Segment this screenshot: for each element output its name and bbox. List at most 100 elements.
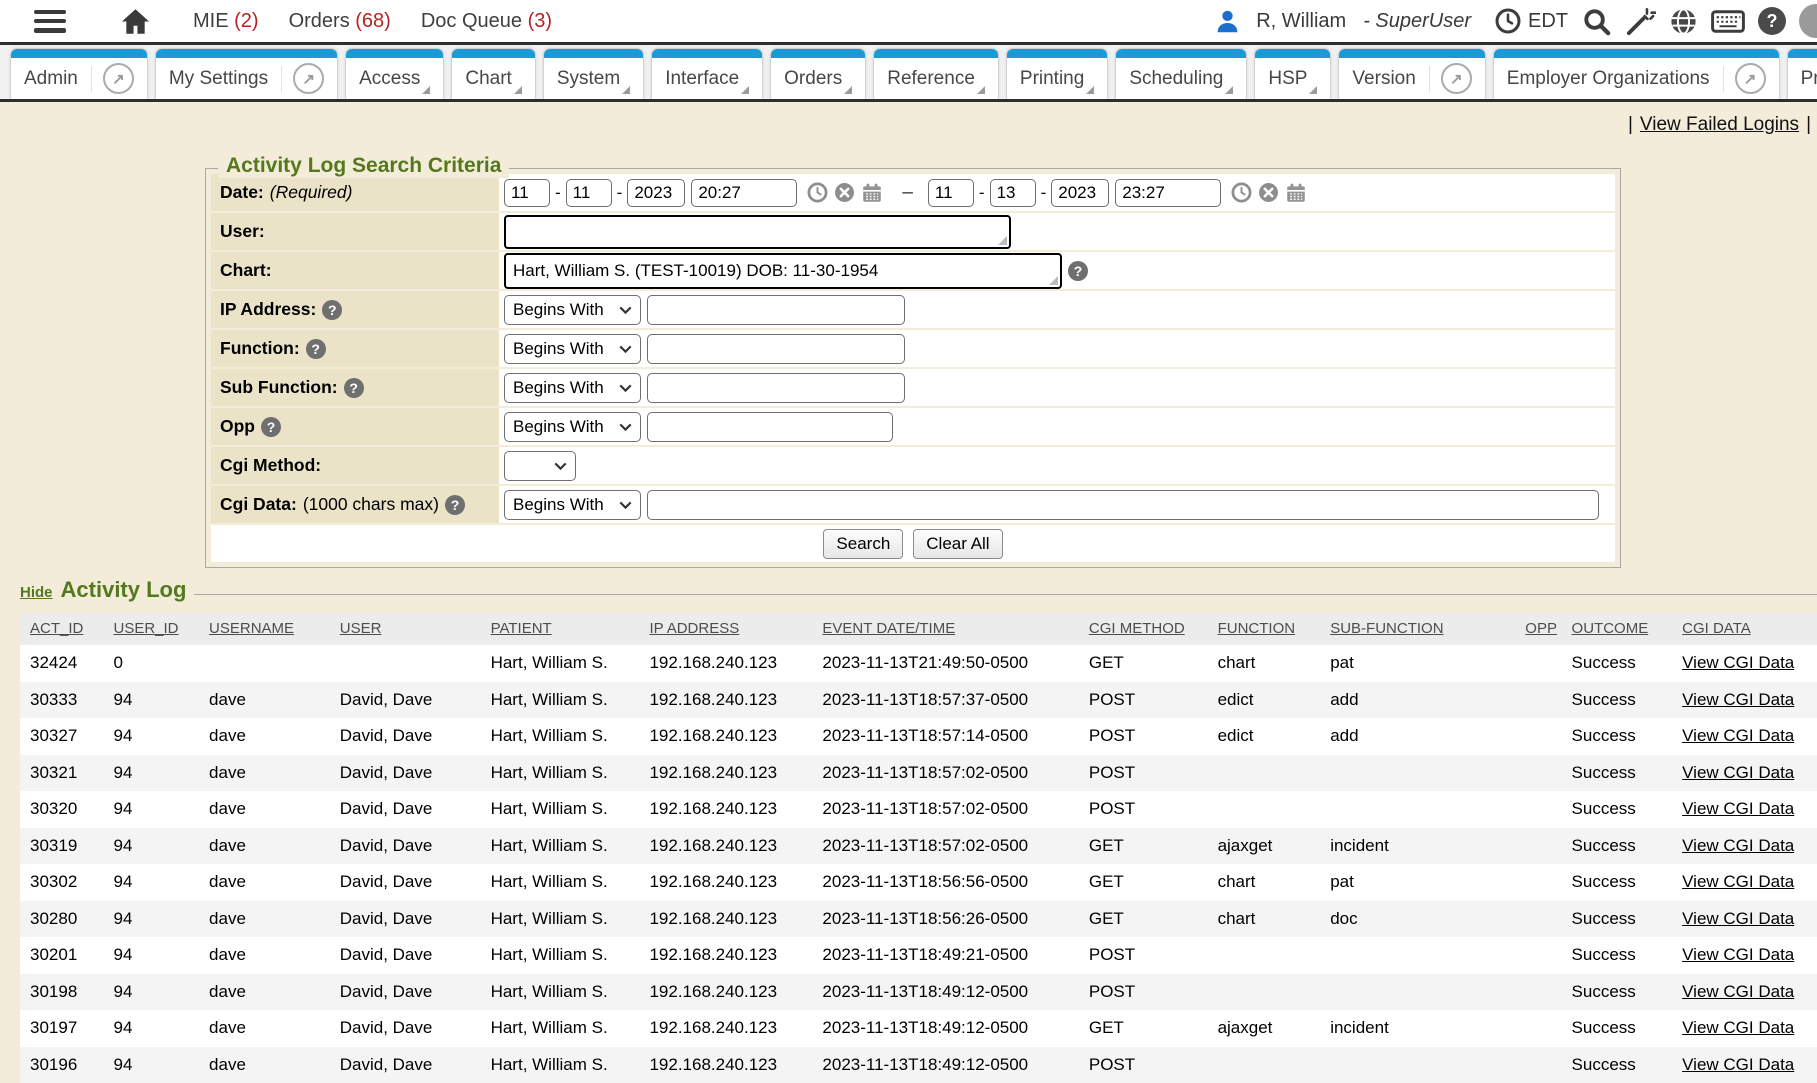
view-cgi-data-link[interactable]: View CGI Data: [1682, 1018, 1794, 1037]
tab-admin[interactable]: Admin↗: [10, 48, 148, 99]
search-icon[interactable]: [1581, 6, 1612, 37]
popout-icon[interactable]: ↗: [293, 63, 324, 94]
column-header-event-date-time[interactable]: EVENT DATE/TIME: [821, 612, 1087, 645]
nav-orders[interactable]: Orders (68): [289, 10, 391, 33]
chart-input[interactable]: [504, 253, 1062, 289]
view-cgi-data-link[interactable]: View CGI Data: [1682, 945, 1794, 964]
column-header-label[interactable]: OPP: [1525, 620, 1557, 637]
tab-my-settings[interactable]: My Settings↗: [155, 48, 338, 99]
help-icon[interactable]: ?: [1758, 7, 1786, 35]
ip-address-input[interactable]: [647, 295, 905, 325]
column-header-label[interactable]: CGI METHOD: [1089, 620, 1185, 637]
column-header-username[interactable]: USERNAME: [208, 612, 339, 645]
popout-icon[interactable]: ↗: [1441, 63, 1472, 94]
search-button[interactable]: Search: [823, 529, 903, 559]
column-header-label[interactable]: PATIENT: [491, 620, 552, 637]
tab-orders[interactable]: Orders: [770, 48, 866, 99]
column-header-ip-address[interactable]: IP ADDRESS: [648, 612, 821, 645]
column-header-label[interactable]: USERNAME: [209, 620, 294, 637]
column-header-label[interactable]: USER: [340, 620, 382, 637]
tab-employer-organizations[interactable]: Employer Organizations↗: [1493, 48, 1780, 99]
view-cgi-data-link[interactable]: View CGI Data: [1682, 799, 1794, 818]
view-cgi-data-link[interactable]: View CGI Data: [1682, 726, 1794, 745]
popout-icon[interactable]: ↗: [1735, 63, 1766, 94]
column-header-label[interactable]: USER_ID: [114, 620, 179, 637]
opp-match-select[interactable]: Begins With: [504, 412, 641, 442]
ip-help-icon[interactable]: ?: [322, 300, 342, 320]
date-from-time-input[interactable]: [691, 179, 797, 207]
date-to-month-input[interactable]: [928, 179, 974, 207]
cgi-data-help-icon[interactable]: ?: [445, 495, 465, 515]
nav-mie[interactable]: MIE (2): [193, 10, 259, 33]
column-header-cgi-method[interactable]: CGI METHOD: [1088, 612, 1217, 645]
tab-provider-management[interactable]: Provider Management↗: [1787, 48, 1817, 99]
column-header-sub-function[interactable]: SUB-FUNCTION: [1329, 612, 1524, 645]
popout-icon[interactable]: ↗: [103, 63, 134, 94]
user-input[interactable]: [504, 215, 1011, 249]
clear-date-icon[interactable]: [834, 182, 855, 203]
resize-grip[interactable]: [1049, 276, 1058, 285]
date-to-time-input[interactable]: [1115, 179, 1221, 207]
sub-function-input[interactable]: [647, 373, 905, 403]
time-picker-icon[interactable]: [1231, 182, 1252, 203]
globe-icon[interactable]: [1669, 7, 1698, 36]
date-to-year-input[interactable]: [1051, 179, 1109, 207]
calendar-icon[interactable]: [861, 182, 883, 204]
column-header-function[interactable]: FUNCTION: [1217, 612, 1330, 645]
date-from-month-input[interactable]: [504, 179, 550, 207]
date-to-day-input[interactable]: [990, 179, 1036, 207]
opp-input[interactable]: [647, 412, 893, 442]
cgi-data-match-select[interactable]: Begins With: [504, 490, 641, 520]
function-help-icon[interactable]: ?: [306, 339, 326, 359]
nav-doc-queue[interactable]: Doc Queue (3): [421, 10, 552, 33]
date-from-day-input[interactable]: [566, 179, 612, 207]
tab-interface[interactable]: Interface: [651, 48, 763, 99]
sub-function-match-select[interactable]: Begins With: [504, 373, 641, 403]
column-header-user[interactable]: USER: [339, 612, 490, 645]
column-header-label[interactable]: IP ADDRESS: [649, 620, 739, 637]
cgi-data-input[interactable]: [647, 490, 1599, 520]
view-cgi-data-link[interactable]: View CGI Data: [1682, 909, 1794, 928]
function-input[interactable]: [647, 334, 905, 364]
ip-match-select[interactable]: Begins With: [504, 295, 641, 325]
opp-help-icon[interactable]: ?: [261, 417, 281, 437]
view-failed-logins-link[interactable]: View Failed Logins: [1640, 114, 1799, 136]
column-header-user-id[interactable]: USER_ID: [113, 612, 209, 645]
tab-version[interactable]: Version↗: [1338, 48, 1485, 99]
magic-wand-icon[interactable]: [1625, 6, 1656, 37]
column-header-cgi-data[interactable]: CGI DATA: [1681, 612, 1817, 645]
view-cgi-data-link[interactable]: View CGI Data: [1682, 690, 1794, 709]
column-header-label[interactable]: ACT_ID: [30, 620, 83, 637]
clear-date-icon[interactable]: [1258, 182, 1279, 203]
view-cgi-data-link[interactable]: View CGI Data: [1682, 653, 1794, 672]
view-cgi-data-link[interactable]: View CGI Data: [1682, 836, 1794, 855]
column-header-label[interactable]: FUNCTION: [1218, 620, 1296, 637]
tab-chart[interactable]: Chart: [451, 48, 535, 99]
column-header-opp[interactable]: OPP: [1524, 612, 1570, 645]
tab-system[interactable]: System: [543, 48, 644, 99]
function-match-select[interactable]: Begins With: [504, 334, 641, 364]
tab-scheduling[interactable]: Scheduling: [1115, 48, 1247, 99]
hide-link[interactable]: Hide: [20, 584, 53, 601]
column-header-label[interactable]: OUTCOME: [1572, 620, 1649, 637]
chart-help-icon[interactable]: ?: [1068, 261, 1088, 281]
column-header-label[interactable]: EVENT DATE/TIME: [822, 620, 955, 637]
hamburger-menu-icon[interactable]: [34, 10, 66, 33]
column-header-label[interactable]: CGI DATA: [1682, 620, 1751, 637]
time-picker-icon[interactable]: [807, 182, 828, 203]
tab-printing[interactable]: Printing: [1006, 48, 1108, 99]
tab-access[interactable]: Access: [345, 48, 444, 99]
tab-hsp[interactable]: HSP: [1254, 48, 1331, 99]
column-header-act-id[interactable]: ACT_ID: [20, 612, 113, 645]
view-cgi-data-link[interactable]: View CGI Data: [1682, 872, 1794, 891]
view-cgi-data-link[interactable]: View CGI Data: [1682, 763, 1794, 782]
resize-grip[interactable]: [998, 236, 1007, 245]
home-icon[interactable]: [120, 6, 151, 37]
view-cgi-data-link[interactable]: View CGI Data: [1682, 982, 1794, 1001]
column-header-outcome[interactable]: OUTCOME: [1571, 612, 1682, 645]
tab-reference[interactable]: Reference: [873, 48, 999, 99]
calendar-icon[interactable]: [1285, 182, 1307, 204]
column-header-patient[interactable]: PATIENT: [490, 612, 649, 645]
view-cgi-data-link[interactable]: View CGI Data: [1682, 1055, 1794, 1074]
sub-function-help-icon[interactable]: ?: [344, 378, 364, 398]
